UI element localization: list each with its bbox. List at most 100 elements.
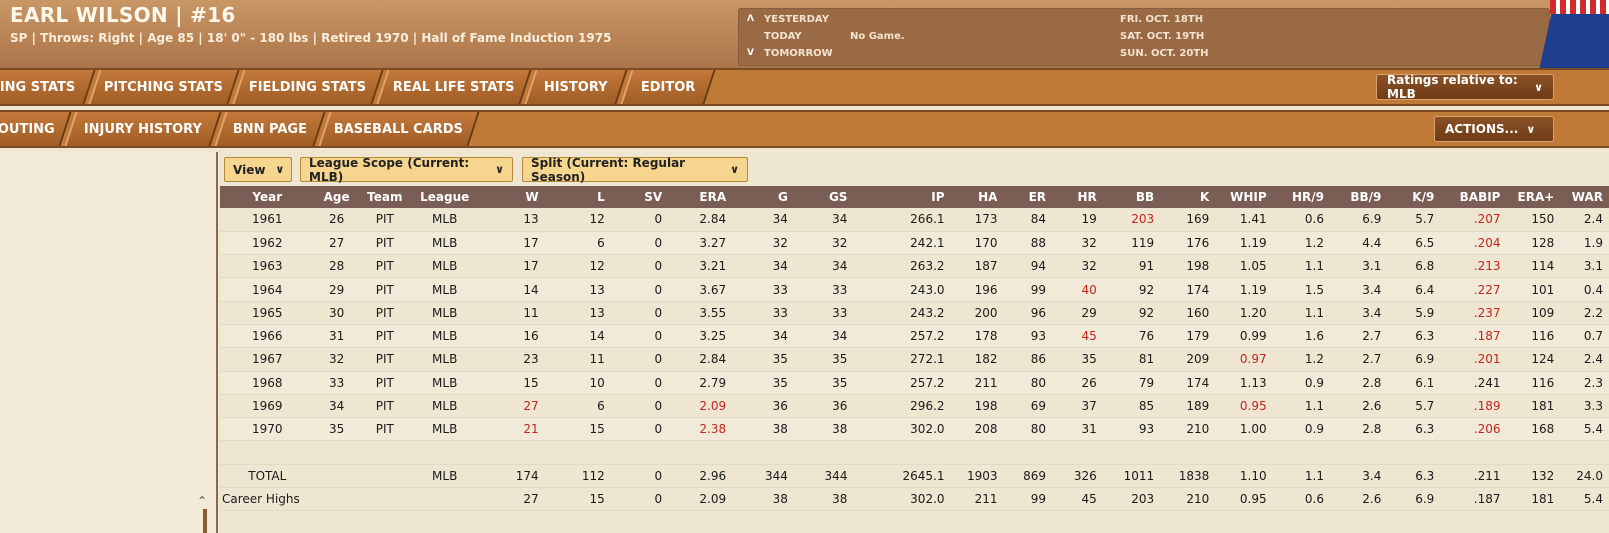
stats-panel: View ∨ League Scope (Current: MLB) ∨ Split… [220, 152, 1609, 533]
scrollbar[interactable] [203, 509, 207, 533]
column-header-k[interactable]: K [1160, 186, 1216, 208]
table-cell: .207 [1440, 208, 1507, 232]
table-cell: 11 [544, 347, 611, 372]
table-cell: 93 [1003, 324, 1053, 349]
table-cell: .189 [1440, 394, 1507, 419]
table-cell: 174 [1160, 371, 1216, 395]
column-header-whip[interactable]: WHIP [1215, 186, 1273, 208]
tab-editor[interactable]: EDITOR [620, 70, 716, 104]
column-header-age[interactable]: Age [314, 186, 359, 208]
table-cell: 6.3 [1387, 324, 1441, 349]
column-header-ip[interactable]: IP [853, 186, 951, 208]
table-cell: 1011 [1102, 463, 1161, 489]
table-cell: 187 [950, 254, 1004, 279]
table-cell: 3.67 [668, 277, 733, 302]
column-header-hr[interactable]: HR [1052, 186, 1103, 208]
column-header-k-9[interactable]: K/9 [1387, 186, 1441, 208]
column-header-bb[interactable]: BB [1102, 186, 1161, 208]
table-cell: 17 [478, 231, 545, 256]
tab-real-life-stats[interactable]: REAL LIFE STATS [376, 70, 532, 104]
table-cell: .227 [1440, 277, 1507, 302]
table-cell: PIT [358, 254, 411, 279]
table-cell: PIT [358, 371, 411, 395]
table-cell: 200 [950, 301, 1004, 325]
table-cell: 29 [314, 277, 359, 302]
table-cell: 19 [1052, 208, 1103, 232]
table-cell: 80 [1003, 371, 1053, 395]
actions-dropdown[interactable]: ACTIONS... ∨ [1434, 116, 1554, 142]
table-cell: 266.1 [853, 208, 951, 232]
table-cell: 1.00 [1215, 417, 1273, 442]
table-cell: MLB [410, 463, 479, 489]
column-header-er[interactable]: ER [1003, 186, 1053, 208]
table-cell: 79 [1102, 371, 1161, 395]
table-cell: 2.09 [668, 487, 733, 512]
table-cell: 0 [610, 231, 669, 256]
column-header-team[interactable]: Team [358, 186, 411, 208]
column-header-era-[interactable]: ERA+ [1506, 186, 1561, 208]
column-header-gs[interactable]: GS [793, 186, 854, 208]
table-cell: 14 [478, 277, 545, 302]
column-header-sv[interactable]: SV [610, 186, 669, 208]
table-cell: 3.1 [1329, 254, 1388, 279]
table-cell: 1.19 [1215, 231, 1273, 256]
split-dropdown[interactable]: Split (Current: Regular Season) ∨ [522, 156, 748, 184]
table-cell: 189 [1160, 394, 1216, 419]
tab-history[interactable]: HISTORY [524, 70, 628, 104]
table-cell: 15 [544, 487, 611, 512]
table-cell: 34 [793, 254, 854, 279]
date-2: SAT. OCT. 19TH [1120, 31, 1205, 42]
table-cell: 2.4 [1560, 347, 1609, 372]
up-arrow-icon[interactable]: Λ [747, 14, 754, 24]
column-header-league[interactable]: League [410, 186, 479, 208]
table-cell: .187 [1440, 487, 1507, 512]
tab-scouting[interactable]: OUTING [0, 112, 72, 146]
table-cell: 3.25 [668, 324, 733, 349]
table-cell [358, 487, 411, 512]
tab-bnn-page[interactable]: BNN PAGE [214, 112, 326, 146]
table-cell: 344 [732, 463, 794, 489]
column-header-l[interactable]: L [544, 186, 611, 208]
table-cell: 1.9 [1560, 231, 1609, 256]
table-cell: 1.10 [1215, 463, 1273, 489]
league-scope-dropdown[interactable]: League Scope (Current: MLB) ∨ [300, 156, 513, 184]
column-header-hr-9[interactable]: HR/9 [1272, 186, 1330, 208]
column-header-ha[interactable]: HA [950, 186, 1004, 208]
down-arrow-icon[interactable]: V [747, 48, 754, 58]
view-dropdown[interactable]: View ∨ [224, 157, 292, 182]
column-header-bb-9[interactable]: BB/9 [1329, 186, 1388, 208]
column-header-g[interactable]: G [732, 186, 794, 208]
table-cell: MLB [410, 208, 479, 232]
table-cell: 257.2 [853, 371, 951, 395]
table-cell: 32 [1052, 254, 1103, 279]
table-cell: 272.1 [853, 347, 951, 372]
table-cell: 1965 [220, 301, 315, 325]
table-cell: 6.3 [1387, 417, 1441, 442]
column-header-war[interactable]: WAR [1560, 186, 1609, 208]
table-cell: 0 [610, 301, 669, 325]
column-header-year[interactable]: Year [220, 186, 315, 208]
scroll-up-icon[interactable]: ⌃ [197, 494, 207, 508]
tab-fielding-stats[interactable]: FIELDING STATS [232, 70, 384, 104]
table-cell [314, 487, 359, 512]
yesterday-label[interactable]: YESTERDAY [764, 14, 829, 25]
table-cell: PIT [358, 417, 411, 442]
table-cell: 16 [478, 324, 545, 349]
table-cell: MLB [410, 324, 479, 349]
column-header-w[interactable]: W [478, 186, 545, 208]
column-header-era[interactable]: ERA [668, 186, 733, 208]
table-cell: 32 [793, 231, 854, 256]
tab-pitching-stats[interactable]: PITCHING STATS [88, 70, 240, 104]
table-cell: 1.1 [1272, 254, 1330, 279]
column-header-babip[interactable]: BABIP [1440, 186, 1507, 208]
table-cell: 2.84 [668, 347, 733, 372]
today-label[interactable]: TODAY [764, 31, 802, 42]
table-cell: 211 [950, 371, 1004, 395]
tab-injury-history[interactable]: INJURY HISTORY [64, 112, 222, 146]
tomorrow-label[interactable]: TOMORROW [764, 48, 833, 59]
table-cell: MLB [410, 254, 479, 279]
table-cell: 344 [793, 463, 854, 489]
tab-baseball-cards[interactable]: BASEBALL CARDS [318, 112, 480, 146]
ratings-relative-dropdown[interactable]: Ratings relative to: MLB ∨ [1376, 73, 1554, 101]
tab-batting-stats[interactable]: ING STATS [0, 70, 96, 104]
